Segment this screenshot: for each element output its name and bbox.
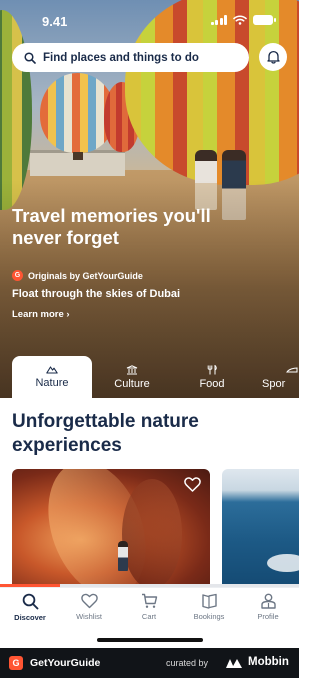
activity-card-canyon[interactable] [12, 469, 210, 587]
battery-icon [253, 15, 276, 25]
tab-profile[interactable]: Profile [238, 593, 298, 621]
bell-icon [266, 50, 280, 64]
getyourguide-logo-icon: G [9, 656, 23, 670]
search-icon [24, 51, 36, 64]
tab-cart-label: Cart [141, 612, 157, 621]
search-placeholder: Find places and things to do [43, 51, 199, 64]
tab-wishlist-label: Wishlist [76, 612, 102, 621]
tab-discover[interactable]: Discover [0, 593, 60, 622]
tab-bookings-label: Bookings [193, 612, 225, 621]
heart-icon [184, 477, 201, 492]
home-indicator[interactable] [97, 638, 203, 642]
tab-sports-label: Spor [262, 377, 286, 390]
tab-bookings[interactable]: Bookings [179, 593, 239, 621]
tab-sports[interactable]: Spor [262, 356, 312, 398]
tab-wishlist[interactable]: Wishlist [59, 593, 119, 621]
tab-culture-label: Culture [114, 377, 150, 390]
cellular-signal-icon [210, 15, 227, 25]
tab-food-label: Food [199, 377, 225, 390]
sports-icon [286, 366, 298, 372]
canyon-rock-shadow [122, 479, 182, 587]
getyourguide-badge-icon: G [12, 270, 23, 281]
tab-discover-label: Discover [14, 613, 46, 622]
hero-subtitle: Float through the skies of Dubai [12, 288, 181, 300]
tab-profile-label: Profile [257, 612, 279, 621]
status-bar: 9.41 [0, 0, 299, 40]
tab-food[interactable]: Food [182, 356, 242, 398]
notifications-button[interactable] [259, 43, 287, 71]
sea-wave [267, 554, 299, 572]
originals-text: Originals by GetYourGuide [28, 270, 143, 281]
mobbin-logo-icon [226, 659, 242, 668]
search-bar[interactable]: Find places and things to do [12, 43, 249, 72]
tab-culture[interactable]: Culture [102, 356, 162, 398]
tab-nature[interactable]: Nature [12, 356, 92, 398]
ticket-icon [201, 593, 217, 609]
profile-icon [260, 593, 276, 609]
museum-icon [126, 364, 138, 374]
learn-more-link[interactable]: Learn more › [12, 309, 70, 320]
originals-label: G Originals by GetYourGuide [12, 270, 143, 281]
footer-brand: Mobbin [248, 656, 289, 668]
cart-icon [141, 593, 157, 608]
heart-icon [80, 593, 98, 609]
section-title: Unforgettable nature experiences [12, 411, 199, 456]
search-icon [22, 593, 38, 610]
status-time: 9.41 [42, 14, 68, 29]
tab-nature-label: Nature [35, 377, 69, 389]
cutlery-icon [207, 364, 217, 374]
category-tabs: Nature Culture Food Spor [0, 356, 299, 398]
footer-app-name: GetYourGuide [30, 657, 101, 669]
hero-title: Travel memories you'll never forget [12, 205, 211, 248]
wishlist-heart-button[interactable] [184, 477, 201, 497]
wifi-icon [233, 15, 247, 25]
activity-card-sea[interactable] [222, 469, 299, 587]
mountain-icon [46, 366, 58, 374]
footer-curated-by: curated by [166, 658, 209, 668]
status-icons [210, 15, 276, 25]
balloon-basket [73, 152, 83, 160]
canyon-hiker [118, 541, 128, 571]
footer-attribution: G GetYourGuide curated by Mobbin [0, 648, 299, 678]
tab-cart[interactable]: Cart [119, 593, 179, 621]
